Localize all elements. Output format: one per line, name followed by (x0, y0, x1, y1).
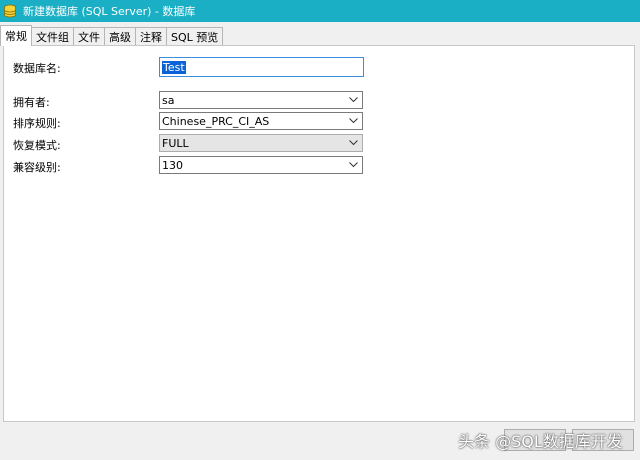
db-name-input[interactable]: Test (159, 57, 364, 77)
collation-value: Chinese_PRC_CI_AS (162, 114, 270, 128)
compat-value: 130 (162, 158, 183, 172)
recovery-value: FULL (162, 136, 189, 150)
owner-select[interactable]: sa (159, 91, 363, 109)
db-name-label: 数据库名: (13, 62, 61, 75)
database-icon (3, 3, 19, 19)
tab-sql-preview[interactable]: SQL 预览 (166, 27, 224, 46)
tab-advanced[interactable]: 高级 (104, 27, 136, 46)
tab-general[interactable]: 常规 (0, 25, 32, 46)
chevron-down-icon (348, 116, 358, 126)
db-name-value: Test (162, 60, 186, 74)
watermark: 头条 @SQL数据库开发 (458, 432, 623, 451)
compat-select[interactable]: 130 (159, 156, 363, 174)
collation-label: 排序规则: (13, 117, 61, 130)
compat-label: 兼容级别: (13, 161, 61, 174)
recovery-label: 恢复模式: (13, 139, 61, 152)
chevron-down-icon (348, 138, 358, 148)
window-title: 新建数据库 (SQL Server) - 数据库 (23, 5, 196, 18)
owner-value: sa (162, 93, 175, 107)
tab-filegroups[interactable]: 文件组 (31, 27, 74, 46)
tab-files[interactable]: 文件 (73, 27, 105, 46)
chevron-down-icon (348, 95, 358, 105)
title-bar: 新建数据库 (SQL Server) - 数据库 (0, 0, 640, 22)
collation-select[interactable]: Chinese_PRC_CI_AS (159, 112, 363, 130)
tab-comment[interactable]: 注释 (135, 27, 167, 46)
owner-label: 拥有者: (13, 96, 50, 109)
tab-bar: 常规 文件组 文件 高级 注释 SQL 预览 (0, 25, 224, 46)
chevron-down-icon (348, 160, 358, 170)
recovery-select[interactable]: FULL (159, 134, 363, 152)
general-panel: 数据库名: Test 拥有者: sa 排序规则: Chinese_PRC_CI_… (3, 45, 635, 422)
